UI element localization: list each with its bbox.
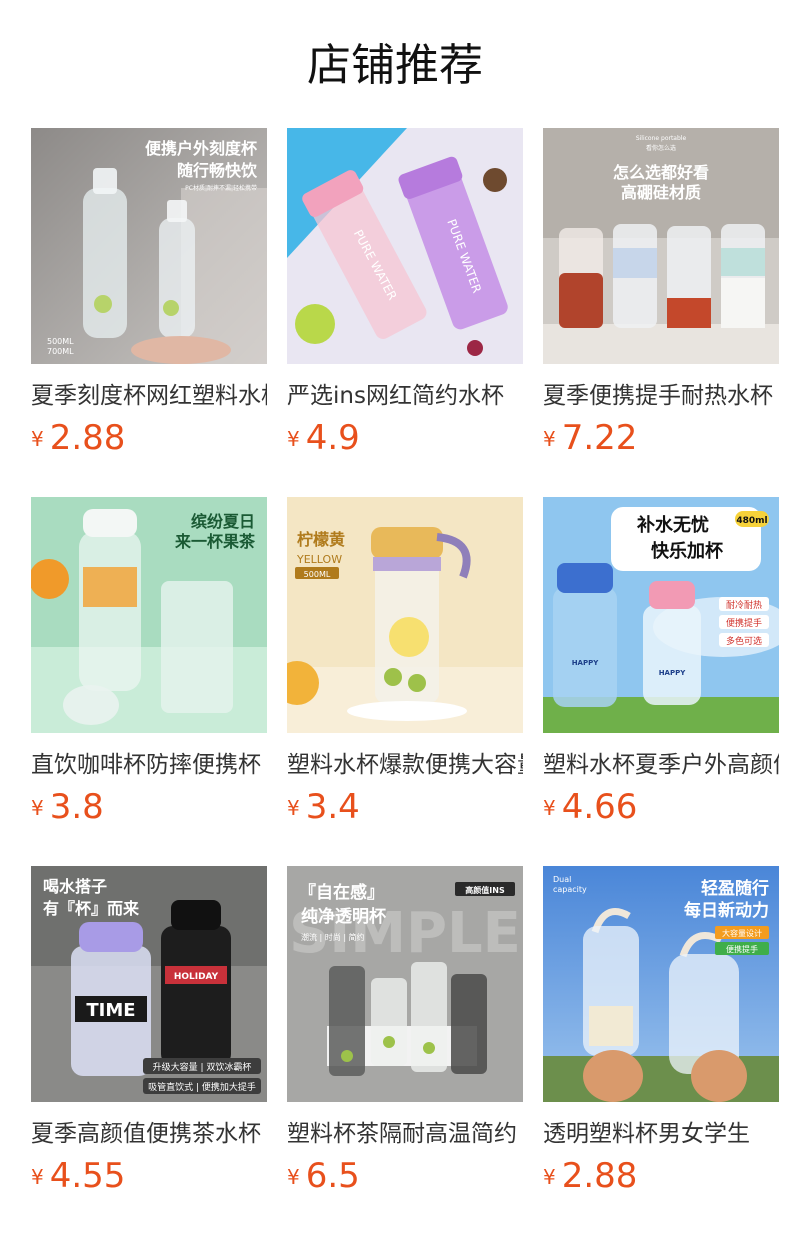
price-value: 4.55 (49, 1156, 126, 1196)
product-name[interactable]: 夏季便携提手耐热水杯 (543, 380, 779, 412)
image-caption: 缤纷夏日 (191, 512, 255, 531)
image-caption: 耐冷耐热 (726, 599, 762, 611)
price-value: 4.9 (305, 418, 360, 458)
product-image[interactable]: 柠檬黄 YELLOW 500ML (287, 497, 523, 733)
product-image[interactable]: 便携户外刻度杯 随行畅快饮 PC材质|耐摔不漏|轻松携带 500ML 700ML (31, 128, 267, 364)
currency-symbol: ¥ (287, 1165, 300, 1189)
image-caption: 『自在感』 (299, 882, 384, 903)
image-caption: 高硼硅材质 (621, 183, 701, 202)
product-price: ¥6.5 (287, 1156, 360, 1196)
product-image[interactable]: 补水无忧 快乐加杯 480ml 耐冷耐热 便携提手 多色可选 HAPPY HAP… (543, 497, 779, 733)
price-value: 3.8 (49, 787, 104, 827)
product-image[interactable]: PURE WATER PURE WATER (287, 128, 523, 364)
price-value: 2.88 (561, 1156, 638, 1196)
product-price: ¥4.55 (31, 1156, 125, 1196)
price-value: 7.22 (561, 418, 638, 458)
image-caption: 快乐加杯 (651, 540, 724, 562)
price-value: 4.66 (561, 787, 638, 827)
product-image[interactable]: 缤纷夏日 来一杯果茶 (31, 497, 267, 733)
currency-symbol: ¥ (287, 796, 300, 820)
currency-symbol: ¥ (543, 796, 556, 820)
currency-symbol: ¥ (543, 1165, 556, 1189)
image-caption: 喝水搭子 (43, 877, 107, 896)
image-caption: 升级大容量 | 双饮冰霸杯 (153, 1061, 252, 1073)
currency-symbol: ¥ (31, 427, 44, 451)
price-value: 3.4 (305, 787, 360, 827)
product-name[interactable]: 透明塑料杯男女学生 (543, 1118, 779, 1150)
image-caption: capacity (553, 885, 587, 894)
image-caption: 500ML (47, 337, 74, 346)
product-name[interactable]: 夏季刻度杯网红塑料水杯 (31, 380, 267, 412)
currency-symbol: ¥ (543, 427, 556, 451)
product-price: ¥7.22 (543, 418, 637, 458)
image-caption: 每日新动力 (684, 900, 769, 921)
product-name[interactable]: 夏季高颜值便携茶水杯 (31, 1118, 267, 1150)
image-caption: 潮流 | 时尚 | 简约 (301, 932, 365, 942)
image-caption: HAPPY (572, 659, 600, 667)
image-caption: 随行畅快饮 (177, 161, 258, 180)
image-caption: HAPPY (659, 669, 687, 677)
product-image[interactable]: Silicone portable 看你怎么选 怎么选都好看 高硼硅材质 (543, 128, 779, 364)
image-caption: 纯净透明杯 (301, 906, 386, 927)
image-caption: PC材质|耐摔不漏|轻松携带 (185, 184, 257, 192)
image-caption: TIME (86, 1000, 135, 1021)
image-caption: 看你怎么选 (646, 144, 676, 152)
image-caption: 便携提手 (726, 617, 762, 629)
product-image[interactable]: Dual capacity 轻盈随行 每日新动力 大容量设计 便携提手 (543, 866, 779, 1102)
product-image[interactable]: SIMPLE 『自在感』 纯净透明杯 潮流 | 时尚 | 简约 高颜值INS (287, 866, 523, 1102)
product-price: ¥3.4 (287, 787, 360, 827)
product-image[interactable]: TIME HOLIDAY 喝水搭子 有『杯』而来 升级大容量 | 双饮冰霸杯 吸… (31, 866, 267, 1102)
image-caption: 吸管直饮式 | 便携加大提手 (148, 1081, 256, 1093)
image-caption: 480ml (736, 516, 767, 526)
product-name[interactable]: 严选ins网红简约水杯 (287, 380, 523, 412)
product-price: ¥4.9 (287, 418, 360, 458)
product-price: ¥4.66 (543, 787, 637, 827)
image-caption: 大容量设计 (722, 928, 762, 938)
price-value: 2.88 (49, 418, 126, 458)
product-name[interactable]: 塑料水杯夏季户外高颜值 (543, 749, 779, 781)
image-caption: Silicone portable (636, 135, 687, 142)
currency-symbol: ¥ (31, 796, 44, 820)
image-caption: 500ML (304, 570, 331, 579)
image-caption: 便携户外刻度杯 (145, 139, 258, 158)
page-title: 店铺推荐 (307, 40, 483, 91)
price-value: 6.5 (305, 1156, 360, 1196)
image-caption: 补水无忧 (636, 514, 709, 536)
image-caption: 怎么选都好看 (613, 163, 709, 182)
image-caption: 轻盈随行 (701, 878, 769, 899)
image-caption: 柠檬黄 (297, 530, 345, 549)
product-name[interactable]: 直饮咖啡杯防摔便携杯 (31, 749, 267, 781)
image-caption: HOLIDAY (174, 972, 219, 982)
image-caption: 700ML (47, 347, 74, 356)
image-caption: 来一杯果茶 (174, 532, 256, 551)
product-name[interactable]: 塑料杯茶隔耐高温简约 (287, 1118, 523, 1150)
product-name[interactable]: 塑料水杯爆款便携大容量 (287, 749, 523, 781)
product-price: ¥2.88 (31, 418, 125, 458)
currency-symbol: ¥ (31, 1165, 44, 1189)
currency-symbol: ¥ (287, 427, 300, 451)
image-caption: YELLOW (296, 553, 342, 566)
image-caption: 有『杯』而来 (43, 899, 140, 918)
image-caption: Dual (553, 875, 571, 884)
image-caption: 高颜值INS (465, 885, 505, 895)
product-price: ¥3.8 (31, 787, 104, 827)
image-caption: 多色可选 (726, 635, 762, 647)
product-price: ¥2.88 (543, 1156, 637, 1196)
image-caption: 便携提手 (726, 944, 758, 954)
